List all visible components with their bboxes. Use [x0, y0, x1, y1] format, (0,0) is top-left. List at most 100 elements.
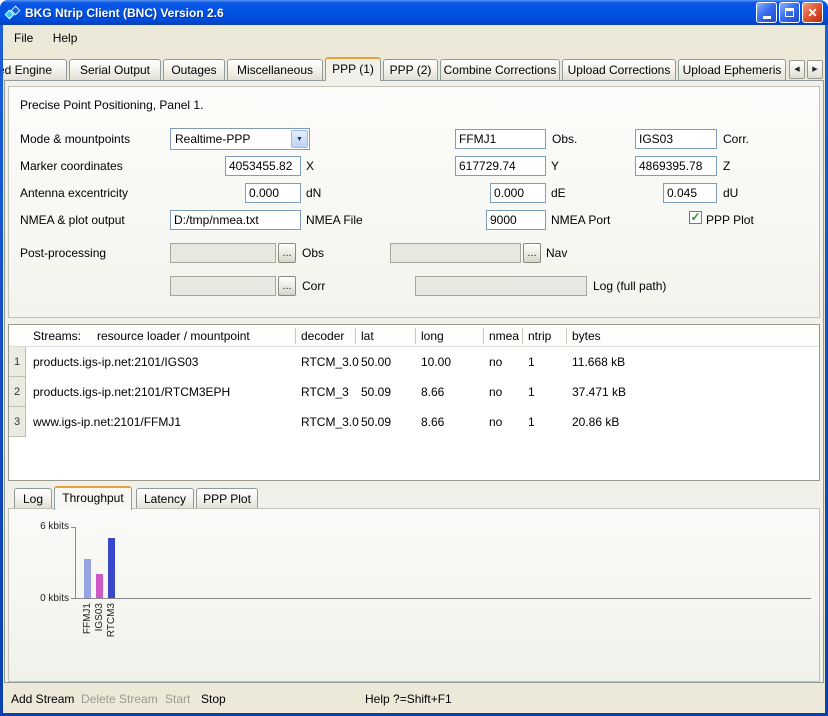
maximize-button[interactable]	[779, 2, 800, 23]
antenna-dn-input[interactable]	[245, 183, 301, 203]
header-separator	[483, 328, 484, 344]
tab-log[interactable]: Log	[14, 488, 52, 509]
cell-lat: 50.00	[361, 347, 391, 377]
maximize-icon	[785, 8, 794, 17]
tab-ppp-1[interactable]: PPP (1)	[325, 57, 381, 81]
tab-scroll-left-button[interactable]: ◀	[789, 60, 805, 79]
menu-bar: File Help	[3, 25, 825, 51]
window-controls	[754, 2, 823, 23]
mode-select[interactable]: Realtime-PPP ▼	[170, 128, 310, 150]
tab-miscellaneous[interactable]: Miscellaneous	[227, 59, 323, 80]
tab-feed-engine[interactable]: ed Engine	[3, 59, 67, 80]
marker-coordinates-label: Marker coordinates	[20, 159, 123, 173]
nmea-port-input[interactable]	[486, 210, 546, 230]
combo-dropdown-button[interactable]: ▼	[291, 130, 308, 148]
nmea-plot-output-label: NMEA & plot output	[20, 213, 125, 227]
table-row[interactable]: 2 products.igs-ip.net:2101/RTCM3EPH RTCM…	[9, 377, 819, 407]
post-log-label: Log (full path)	[593, 279, 666, 293]
tab-upload-ephemeris[interactable]: Upload Ephemeris	[678, 59, 786, 80]
nmea-file-label: NMEA File	[306, 213, 363, 227]
y-label: Y	[551, 159, 559, 173]
tab-scroll-right-button[interactable]: ▶	[807, 60, 823, 79]
antenna-du-input[interactable]	[663, 183, 717, 203]
table-row[interactable]: 1 products.igs-ip.net:2101/IGS03 RTCM_3.…	[9, 347, 819, 377]
close-icon	[807, 7, 818, 18]
mode-mountpoints-label: Mode & mountpoints	[20, 132, 130, 146]
post-corr-label: Corr	[302, 279, 325, 293]
cell-mountpoint: products.igs-ip.net:2101/IGS03	[33, 347, 198, 377]
browse-obs-button[interactable]: ...	[278, 243, 296, 263]
header-bytes: bytes	[572, 329, 601, 343]
post-log-input[interactable]	[415, 276, 587, 296]
app-icon	[5, 5, 21, 21]
header-separator	[522, 328, 523, 344]
cell-ntrip: 1	[528, 347, 535, 377]
cell-long: 10.00	[421, 347, 451, 377]
post-nav-label: Nav	[546, 246, 567, 260]
table-row[interactable]: 3 www.igs-ip.net:2101/FFMJ1 RTCM_3.0 50.…	[9, 407, 819, 437]
obs-mountpoint-input[interactable]	[455, 129, 546, 149]
minimize-button[interactable]	[756, 2, 777, 23]
menu-file[interactable]: File	[6, 28, 41, 48]
tab-outages[interactable]: Outages	[163, 59, 225, 80]
marker-x-input[interactable]	[225, 156, 301, 176]
marker-z-input[interactable]	[635, 156, 717, 176]
header-separator	[295, 328, 296, 344]
start-button[interactable]: Start	[165, 692, 190, 706]
marker-y-input[interactable]	[455, 156, 546, 176]
tab-ppp-2[interactable]: PPP (2)	[383, 59, 438, 80]
cell-mountpoint: www.igs-ip.net:2101/FFMJ1	[33, 407, 181, 437]
cell-nmea: no	[489, 407, 502, 437]
stop-button[interactable]: Stop	[201, 692, 226, 706]
row-number: 3	[9, 407, 26, 437]
browse-nav-button[interactable]: ...	[523, 243, 541, 263]
ppp-plot-checkbox[interactable]: ✓	[689, 211, 702, 224]
z-label: Z	[723, 159, 730, 173]
x-label: X	[306, 159, 314, 173]
header-mountpoint: resource loader / mountpoint	[97, 329, 250, 343]
cell-decoder: RTCM_3.0	[301, 407, 359, 437]
tab-latency[interactable]: Latency	[136, 488, 194, 509]
row-number: 2	[9, 377, 26, 407]
post-nav-input[interactable]	[390, 243, 521, 263]
post-processing-label: Post-processing	[20, 246, 106, 260]
dn-label: dN	[306, 186, 321, 200]
close-button[interactable]	[802, 2, 823, 23]
obs-label: Obs.	[552, 132, 577, 146]
header-decoder: decoder	[301, 329, 344, 343]
header-streams: Streams:	[33, 329, 81, 343]
antenna-excentricity-label: Antenna excentricity	[20, 186, 128, 200]
cell-bytes: 11.668 kB	[572, 347, 625, 377]
add-stream-button[interactable]: Add Stream	[11, 692, 74, 706]
post-obs-input[interactable]	[170, 243, 276, 263]
cell-lat: 50.09	[361, 377, 391, 407]
title-bar[interactable]: BKG Ntrip Client (BNC) Version 2.6	[0, 0, 828, 25]
delete-stream-button[interactable]: Delete Stream	[81, 692, 158, 706]
help-shortcut-button[interactable]: Help ?=Shift+F1	[365, 692, 452, 706]
header-separator	[566, 328, 567, 344]
tab-throughput[interactable]: Throughput	[54, 486, 132, 510]
browse-corr-button[interactable]: ...	[278, 276, 296, 296]
mode-select-value: Realtime-PPP	[171, 132, 291, 146]
monitor-section: Log Throughput Latency PPP Plot 6 kbits …	[8, 486, 820, 682]
antenna-de-input[interactable]	[490, 183, 546, 203]
post-corr-input[interactable]	[170, 276, 276, 296]
header-separator	[415, 328, 416, 344]
nmea-file-input[interactable]	[170, 210, 301, 230]
du-label: dU	[723, 186, 738, 200]
tab-ppp-plot[interactable]: PPP Plot	[196, 488, 258, 509]
cell-ntrip: 1	[528, 377, 535, 407]
menu-help[interactable]: Help	[45, 28, 86, 48]
tab-serial-output[interactable]: Serial Output	[69, 59, 161, 80]
minimize-icon	[763, 16, 771, 19]
tab-upload-corrections[interactable]: Upload Corrections	[562, 59, 676, 80]
x-axis-label-rtcm3: RTCM3	[106, 603, 140, 615]
tab-combine-corrections[interactable]: Combine Corrections	[440, 59, 560, 80]
post-obs-label: Obs	[302, 246, 324, 260]
cell-mountpoint: products.igs-ip.net:2101/RTCM3EPH	[33, 377, 230, 407]
cell-ntrip: 1	[528, 407, 535, 437]
cell-nmea: no	[489, 347, 502, 377]
corr-mountpoint-input[interactable]	[635, 129, 717, 149]
panel-title: Precise Point Positioning, Panel 1.	[20, 98, 203, 112]
header-lat: lat	[361, 329, 374, 343]
